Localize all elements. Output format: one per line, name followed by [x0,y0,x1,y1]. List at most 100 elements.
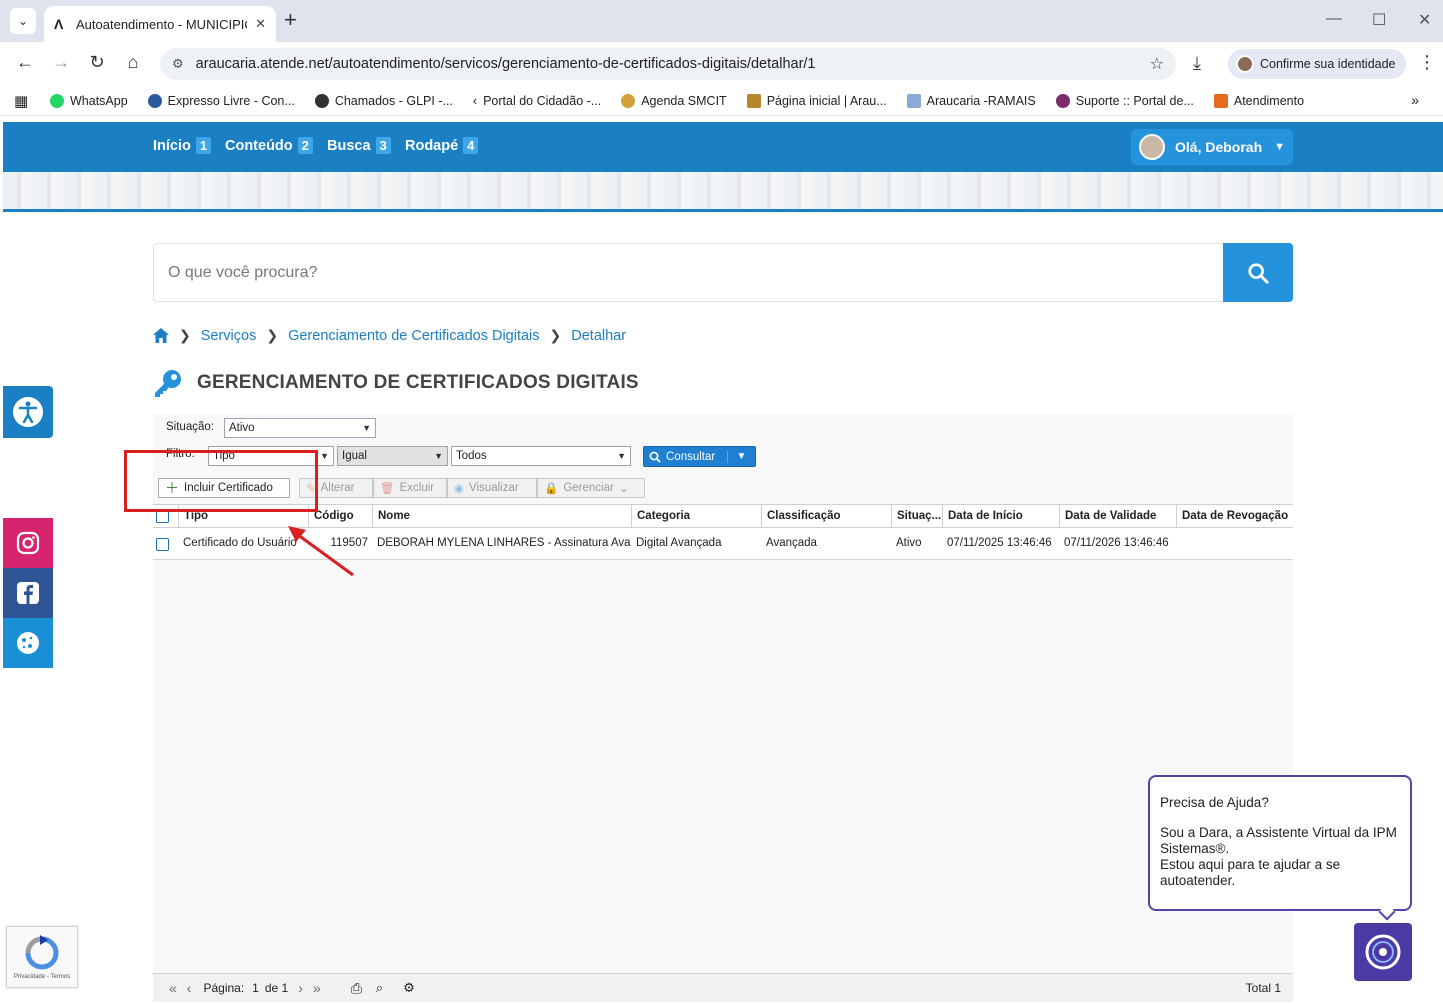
cell-categoria: Digital Avançada [636,537,722,549]
bookmark-whatsapp[interactable]: WhatsApp [50,93,128,108]
situacao-label: Situação: [166,421,214,433]
skip-link-busca[interactable]: Busca 3 [327,137,391,154]
ramais-icon [906,93,921,108]
chevron-down-icon: ▼ [434,451,443,461]
page-label: Página: [203,981,245,995]
chevron-down-icon: ▼ [617,451,626,461]
tab-search-button[interactable]: ⌄ [10,8,36,34]
forward-icon[interactable]: → [49,52,73,73]
chevron-down-icon: ▼ [320,451,329,461]
prev-page-icon[interactable]: ‹ [187,980,192,996]
site-info-icon[interactable]: ⚙ [172,56,184,72]
first-page-icon[interactable]: « [169,980,177,996]
user-avatar [1139,134,1165,160]
identity-button[interactable]: Confirme sua identidade [1228,49,1406,79]
consultar-button[interactable]: Consultar ▼ [643,446,756,467]
consultar-dropdown-icon[interactable]: ▼ [728,451,755,462]
situacao-select[interactable]: Ativo ▼ [224,418,376,438]
maximize-icon[interactable]: ☐ [1372,10,1386,30]
assistant-icon [1365,934,1401,970]
download-icon[interactable]: ⤓ [1193,53,1201,74]
chevron-down-icon: ⌄ [17,14,29,28]
accessibility-icon [13,397,43,427]
facebook-button[interactable] [3,568,53,618]
chat-help-text: Estou aqui para te ajudar a se autoatend… [1160,857,1341,888]
header-banner [3,172,1443,212]
virtual-assistant-button[interactable] [1354,923,1412,981]
eye-icon: ◉ [454,483,465,495]
browser-menu-icon[interactable]: ⋮ [1418,52,1436,73]
instagram-button[interactable] [3,518,53,568]
accessibility-button[interactable] [3,386,53,438]
chevron-right-icon: ❯ [179,327,191,343]
tab-close-icon[interactable]: ✕ [255,16,266,32]
window-close-icon[interactable]: ✕ [1418,10,1431,30]
cookie-button[interactable] [3,618,53,668]
chevron-down-icon: ⌄ [618,483,629,495]
column-header-nome[interactable]: Nome [372,505,631,528]
skip-link-conteudo[interactable]: Conteúdo 2 [225,137,313,154]
recaptcha-badge[interactable]: Privacidade - Termos [6,926,78,988]
back-icon[interactable]: ← [13,52,37,73]
excluir-button[interactable]: 🗑 Excluir [373,478,447,498]
bookmark-portal-cidadao[interactable]: ‹ Portal do Cidadão -... [473,94,601,108]
print-icon[interactable]: ⎙ [351,980,362,997]
reload-icon[interactable]: ↻ [85,52,109,73]
cell-data-revogacao [1176,528,1293,559]
filtro-operator-select[interactable]: Igual ▼ [337,446,448,466]
home-icon[interactable]: ⌂ [121,52,145,73]
new-tab-button[interactable]: + [284,9,297,31]
search-input[interactable] [154,244,1224,301]
more-bookmarks-icon[interactable]: » [1411,92,1419,108]
home-icon[interactable] [153,328,169,343]
column-header-data-validade[interactable]: Data de Validade [1059,505,1176,528]
user-menu-button[interactable]: Olá, Deborah ▼ [1131,129,1293,165]
visualizar-button[interactable]: ◉ Visualizar [447,478,537,498]
row-checkbox[interactable] [156,538,169,551]
cell-situacao: Ativo [896,537,922,549]
column-header-data-revogacao[interactable]: Data de Revogação [1176,505,1293,528]
whatsapp-icon [50,93,64,108]
atendimento-icon [1213,93,1228,108]
column-header-situacao[interactable]: Situaç... [891,505,942,528]
bookmark-atendimento[interactable]: Atendimento [1213,93,1304,108]
facebook-icon [17,582,39,604]
skip-link-inicio[interactable]: Início 1 [153,137,212,154]
gerenciar-button[interactable]: 🔒 Gerenciar ⌄ [537,478,645,498]
trash-icon: 🗑 [380,483,395,495]
address-bar[interactable]: ⚙ araucaria.atende.net/autoatendimento/s… [160,48,1176,80]
minimize-icon[interactable]: — [1326,10,1342,28]
bookmarks-bar: ▦ WhatsApp Expresso Livre - Con... Chama… [0,86,1443,116]
breadcrumb-detalhar[interactable]: Detalhar [571,328,626,344]
column-header-categoria[interactable]: Categoria [631,505,761,528]
search-icon[interactable]: ⌕ [376,980,383,996]
page-count: de 1 [264,981,289,995]
bookmark-glpi[interactable]: Chamados - GLPI -... [314,93,453,108]
column-header-data-inicio[interactable]: Data de Início [942,505,1059,528]
bookmark-star-icon[interactable]: ☆ [1150,54,1164,74]
column-header-classificacao[interactable]: Classificação [761,505,891,528]
annotation-arrow-icon [288,526,354,577]
breadcrumb-gerenciamento[interactable]: Gerenciamento de Certificados Digitais [288,328,539,344]
highlight-annotation-box [124,450,318,512]
bookmark-expresso[interactable]: Expresso Livre - Con... [147,93,295,108]
search-button[interactable] [1223,243,1293,302]
bookmark-ramais[interactable]: Araucaria -RAMAIS [906,93,1036,108]
breadcrumb-servicos[interactable]: Serviços [201,328,257,344]
search-box [153,243,1293,302]
last-page-icon[interactable]: » [313,980,321,996]
cookie-icon [17,632,39,654]
skip-link-rodape[interactable]: Rodapé 4 [405,137,479,154]
apps-grid-icon[interactable]: ▦ [14,92,32,110]
settings-gear-icon[interactable]: ⚙ [403,980,415,996]
filtro-value-select[interactable]: Todos ▼ [451,446,631,466]
next-page-icon[interactable]: › [298,980,303,996]
chevron-down-icon: ▼ [362,423,371,433]
browser-tab-active[interactable]: Λ Autoatendimento - MUNICIPIO ✕ [44,6,276,42]
recaptcha-icon [25,934,59,969]
page-number[interactable]: 1 [252,981,259,995]
bookmark-suporte[interactable]: Suporte :: Portal de... [1055,93,1194,108]
bookmark-agenda[interactable]: Agenda SMCIT [621,93,727,108]
bookmark-pagina-inicial[interactable]: Página inicial | Arau... [746,93,887,108]
chevron-right-icon: ❯ [549,327,562,343]
